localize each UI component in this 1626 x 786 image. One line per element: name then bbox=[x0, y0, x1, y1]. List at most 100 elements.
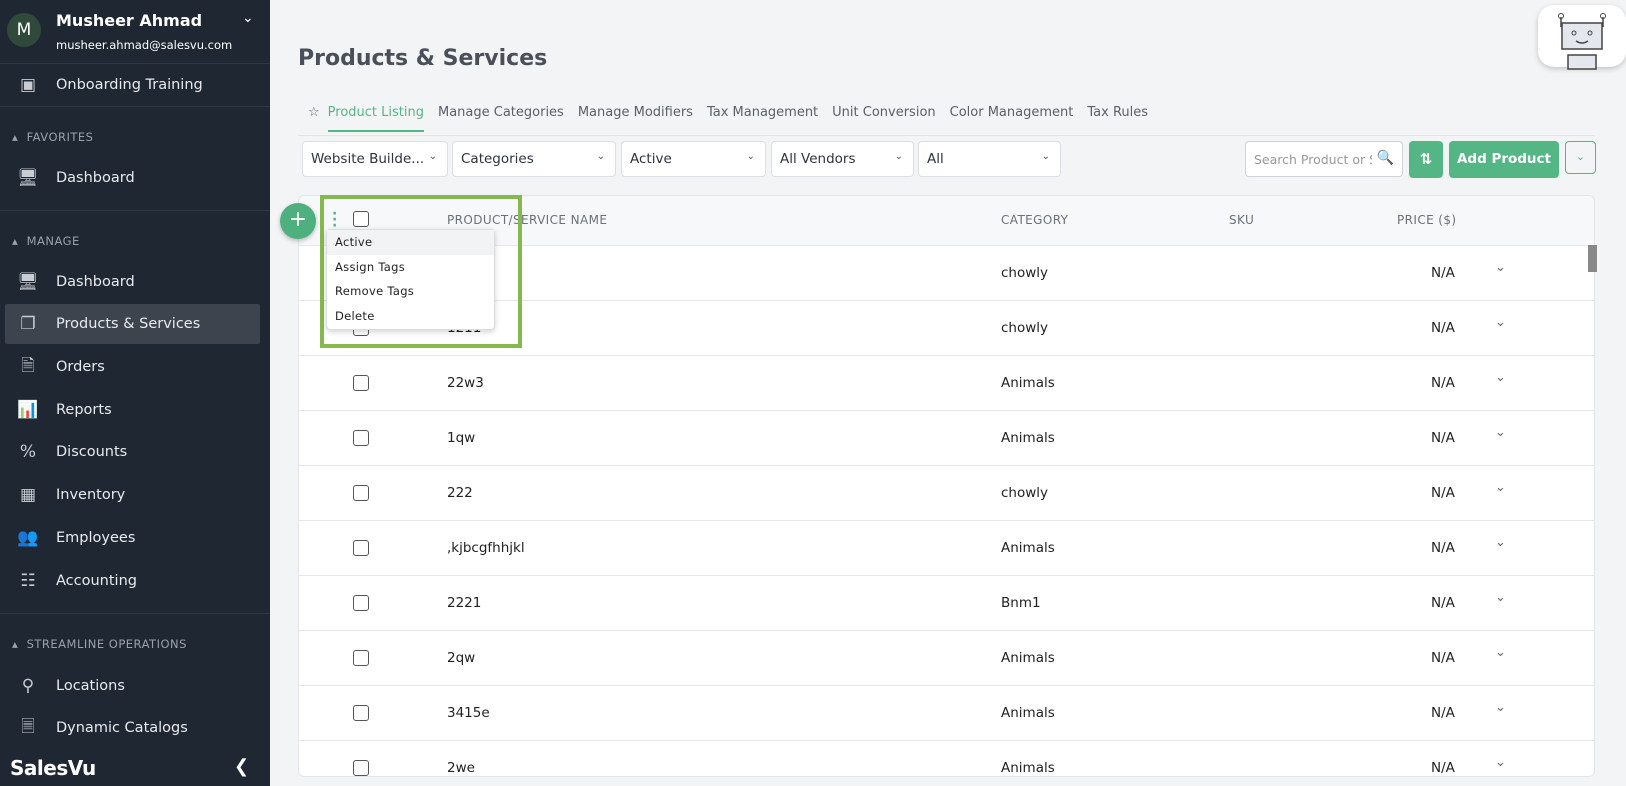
row-checkbox[interactable] bbox=[353, 705, 369, 721]
add-product-button[interactable]: Add Product bbox=[1449, 141, 1559, 178]
star-icon[interactable]: ☆ bbox=[308, 105, 320, 130]
tab-unit-conversion[interactable]: Unit Conversion bbox=[832, 103, 935, 132]
sort-button[interactable]: ⇅ bbox=[1409, 141, 1443, 178]
product-name[interactable]: 2we bbox=[447, 760, 475, 776]
add-button[interactable]: + bbox=[280, 203, 316, 239]
tab-color-management[interactable]: Color Management bbox=[950, 103, 1074, 132]
row-checkbox[interactable] bbox=[353, 595, 369, 611]
table-row[interactable]: 3415e Animals N/A ⌄ bbox=[299, 686, 1594, 741]
chevron-down-icon[interactable]: ⌄ bbox=[242, 10, 254, 26]
robot-icon bbox=[1558, 13, 1606, 70]
sidebar-item-label: Onboarding Training bbox=[56, 77, 203, 93]
row-checkbox[interactable] bbox=[353, 430, 369, 446]
row-checkbox[interactable] bbox=[353, 375, 369, 391]
product-name[interactable]: 1qw bbox=[447, 430, 475, 446]
product-name[interactable]: 222 bbox=[447, 485, 473, 501]
tab-manage-modifiers[interactable]: Manage Modifiers bbox=[578, 103, 693, 132]
sidebar-item-inventory[interactable]: ▦ Inventory bbox=[5, 475, 260, 515]
sidebar: M Musheer Ahmad musheer.ahmad@salesvu.co… bbox=[0, 0, 270, 786]
section-streamline[interactable]: ▴ STREAMLINE OPERATIONS bbox=[12, 637, 187, 651]
vendors-filter[interactable]: All Vendors ⌄ bbox=[771, 141, 914, 177]
user-profile[interactable]: M Musheer Ahmad musheer.ahmad@salesvu.co… bbox=[0, 0, 270, 64]
header-sku[interactable]: SKU bbox=[1229, 213, 1254, 227]
product-category: Animals bbox=[1001, 540, 1055, 556]
table-row[interactable]: ,kjbcgfhhjkl Animals N/A ⌄ bbox=[299, 521, 1594, 576]
add-options-dropdown[interactable]: ⌄ bbox=[1565, 141, 1596, 174]
table-row[interactable]: 2221 Bnm1 N/A ⌄ bbox=[299, 576, 1594, 631]
product-name[interactable]: 22w3 bbox=[447, 375, 484, 391]
row-checkbox[interactable] bbox=[353, 485, 369, 501]
divider bbox=[0, 613, 270, 614]
table-row[interactable]: 2we Animals N/A ⌄ bbox=[299, 741, 1594, 776]
table-row[interactable]: 2qw Animals N/A ⌄ bbox=[299, 631, 1594, 686]
training-icon: ▣ bbox=[19, 75, 37, 95]
all-filter[interactable]: All ⌄ bbox=[918, 141, 1061, 177]
sidebar-item-label: Accounting bbox=[56, 573, 137, 589]
chatbot-button[interactable] bbox=[1538, 5, 1626, 70]
header-price[interactable]: PRICE ($) bbox=[1397, 213, 1457, 227]
product-price: N/A bbox=[1431, 375, 1455, 391]
tab-manage-categories[interactable]: Manage Categories bbox=[438, 103, 564, 132]
chevron-down-icon[interactable]: ⌄ bbox=[1495, 260, 1506, 275]
product-name[interactable]: 2221 bbox=[447, 595, 481, 611]
sidebar-item-products-services[interactable]: ❐ Products & Services bbox=[5, 304, 260, 344]
sidebar-item-onboarding[interactable]: ▣ Onboarding Training bbox=[5, 65, 260, 105]
search-input[interactable]: Search Product or Service🔍 bbox=[1245, 141, 1403, 177]
menu-item-assign-tags[interactable]: Assign Tags bbox=[327, 255, 494, 280]
row-checkbox[interactable] bbox=[353, 540, 369, 556]
header-category[interactable]: CATEGORY bbox=[1001, 213, 1068, 227]
chevron-down-icon[interactable]: ⌄ bbox=[1495, 480, 1506, 495]
categories-filter[interactable]: Categories ⌄ bbox=[452, 141, 616, 177]
sidebar-item-orders[interactable]: 🗎 Orders bbox=[5, 347, 260, 387]
product-name[interactable]: ,kjbcgfhhjkl bbox=[447, 540, 525, 556]
sidebar-item-discounts[interactable]: % Discounts bbox=[5, 432, 260, 472]
sidebar-item-fav-dashboard[interactable]: 🖥 Dashboard bbox=[5, 158, 260, 198]
sidebar-item-accounting[interactable]: ☷ Accounting bbox=[5, 561, 260, 601]
sidebar-item-label: Inventory bbox=[56, 487, 126, 503]
collapse-sidebar-icon[interactable]: ❮ bbox=[234, 756, 249, 777]
sidebar-item-dashboard[interactable]: 🖥 Dashboard bbox=[5, 262, 260, 302]
divider bbox=[298, 135, 1595, 136]
user-name: Musheer Ahmad bbox=[56, 11, 203, 30]
chevron-down-icon[interactable]: ⌄ bbox=[1495, 315, 1506, 330]
tabs: ☆ Product Listing Manage Categories Mana… bbox=[308, 103, 1162, 132]
menu-item-delete[interactable]: Delete bbox=[327, 304, 494, 329]
product-name[interactable]: 2qw bbox=[447, 650, 475, 666]
menu-item-remove-tags[interactable]: Remove Tags bbox=[327, 279, 494, 304]
chevron-down-icon[interactable]: ⌄ bbox=[1495, 755, 1506, 770]
sidebar-item-employees[interactable]: 👥 Employees bbox=[5, 518, 260, 558]
chevron-down-icon[interactable]: ⌄ bbox=[1495, 425, 1506, 440]
chevron-down-icon[interactable]: ⌄ bbox=[1495, 700, 1506, 715]
table-row[interactable]: 22w3 Animals N/A ⌄ bbox=[299, 356, 1594, 411]
sidebar-item-label: Reports bbox=[56, 402, 112, 418]
avatar: M bbox=[7, 13, 41, 47]
product-price: N/A bbox=[1431, 430, 1455, 446]
kebab-menu-icon[interactable]: · · · bbox=[332, 207, 337, 233]
chevron-down-icon[interactable]: ⌄ bbox=[1495, 370, 1506, 385]
sidebar-item-dynamic-catalogs[interactable]: 🗏 Dynamic Catalogs bbox=[5, 708, 260, 748]
section-manage[interactable]: ▴ MANAGE bbox=[12, 234, 80, 248]
row-checkbox[interactable] bbox=[353, 650, 369, 666]
table-row[interactable]: 1qw Animals N/A ⌄ bbox=[299, 411, 1594, 466]
tab-tax-rules[interactable]: Tax Rules bbox=[1087, 103, 1148, 132]
sidebar-item-reports[interactable]: 📊 Reports bbox=[5, 390, 260, 430]
status-filter[interactable]: Active ⌄ bbox=[621, 141, 766, 177]
product-price: N/A bbox=[1431, 485, 1455, 501]
sidebar-item-label: Locations bbox=[56, 678, 125, 694]
row-checkbox[interactable] bbox=[353, 760, 369, 776]
menu-item-active[interactable]: Active bbox=[327, 230, 494, 255]
product-name[interactable]: 3415e bbox=[447, 705, 490, 721]
chevron-down-icon[interactable]: ⌄ bbox=[1495, 535, 1506, 550]
sidebar-item-locations[interactable]: ⚲ Locations bbox=[5, 666, 260, 706]
search-icon[interactable]: 🔍 bbox=[1377, 150, 1394, 166]
tab-product-listing[interactable]: Product Listing bbox=[327, 103, 424, 132]
scrollbar[interactable] bbox=[1588, 245, 1597, 272]
sidebar-item-label: Dashboard bbox=[56, 274, 135, 290]
tab-tax-management[interactable]: Tax Management bbox=[707, 103, 818, 132]
chevron-down-icon[interactable]: ⌄ bbox=[1495, 645, 1506, 660]
section-favorites[interactable]: ▴ FAVORITES bbox=[12, 130, 93, 144]
table-row[interactable]: 222 chowly N/A ⌄ bbox=[299, 466, 1594, 521]
user-email: musheer.ahmad@salesvu.com bbox=[56, 38, 233, 52]
website-filter[interactable]: Website Builde... ⌄ bbox=[302, 141, 448, 177]
chevron-down-icon[interactable]: ⌄ bbox=[1495, 590, 1506, 605]
